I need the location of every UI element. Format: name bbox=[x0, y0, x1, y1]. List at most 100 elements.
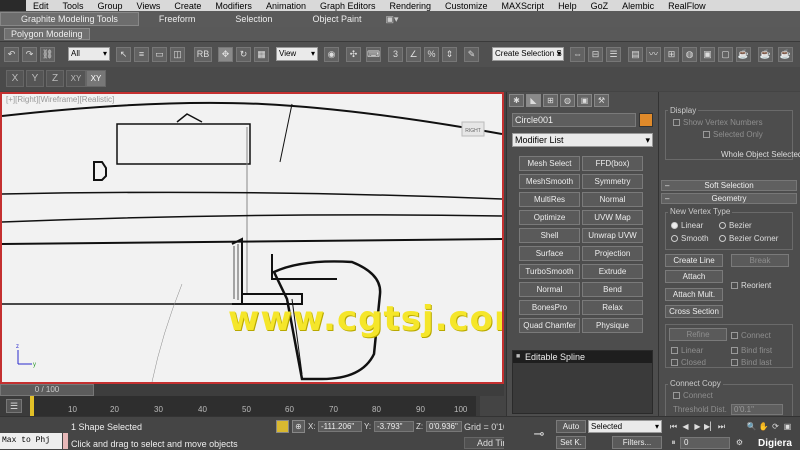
manipulate-icon[interactable]: ✣ bbox=[346, 47, 361, 62]
axis-xy-toggle-button[interactable]: XY bbox=[86, 70, 106, 87]
maximize-viewport-icon[interactable]: ▣ bbox=[782, 421, 793, 432]
refine-button[interactable]: Refine bbox=[669, 328, 727, 341]
redo-icon[interactable]: ↷ bbox=[22, 47, 37, 62]
closed-checkbox[interactable]: Closed bbox=[671, 358, 706, 367]
axis-xy-button[interactable]: XY bbox=[66, 70, 86, 87]
menu-edit[interactable]: Edit bbox=[26, 1, 56, 11]
attach-mult-button[interactable]: Attach Mult. bbox=[665, 288, 723, 301]
rotate-icon[interactable]: ↻ bbox=[236, 47, 251, 62]
move-icon[interactable]: ✥ bbox=[218, 47, 233, 62]
bind-last-checkbox[interactable]: Bind last bbox=[731, 358, 772, 367]
display-tab-icon[interactable]: ▣ bbox=[577, 94, 592, 107]
tab-polygon-modeling[interactable]: Polygon Modeling bbox=[4, 28, 90, 40]
window-crossing-icon[interactable]: ◫ bbox=[170, 47, 185, 62]
maxscript-output-field[interactable] bbox=[63, 433, 68, 449]
rect-selection-icon[interactable]: ▭ bbox=[152, 47, 167, 62]
bezier-radio[interactable]: Bezier bbox=[719, 221, 752, 230]
key-filter-selection-dropdown[interactable]: Selected bbox=[588, 420, 662, 433]
set-key-button[interactable]: Set K. bbox=[556, 436, 586, 449]
named-selection-dropdown[interactable]: Create Selection S bbox=[492, 47, 564, 61]
motion-tab-icon[interactable]: ◍ bbox=[560, 94, 575, 107]
menu-maxscript[interactable]: MAXScript bbox=[495, 1, 552, 11]
reorient-checkbox[interactable]: Reorient bbox=[731, 281, 771, 290]
z-coordinate-field[interactable]: 0'0.936" bbox=[426, 421, 462, 432]
go-to-start-icon[interactable]: ⏮ bbox=[668, 421, 679, 432]
connect-copy-checkbox[interactable]: Connect bbox=[673, 391, 713, 400]
key-icon[interactable]: ⊸ bbox=[526, 420, 552, 448]
modifier-uvw-map-button[interactable]: UVW Map bbox=[582, 210, 643, 225]
link-icon[interactable]: ⛓ bbox=[40, 47, 55, 62]
reference-coordinate-dropdown[interactable]: View bbox=[276, 47, 318, 61]
activeshade-icon[interactable]: ☕ bbox=[778, 47, 793, 62]
y-coordinate-field[interactable]: -3.793" bbox=[374, 421, 414, 432]
axis-y-button[interactable]: Y bbox=[26, 70, 44, 87]
angle-snap-icon[interactable]: ∠ bbox=[406, 47, 421, 62]
menu-rendering[interactable]: Rendering bbox=[383, 1, 439, 11]
modifier-surface-button[interactable]: Surface bbox=[519, 246, 580, 261]
menu-alembic[interactable]: Alembic bbox=[615, 1, 661, 11]
break-button[interactable]: Break bbox=[731, 254, 789, 267]
utilities-tab-icon[interactable]: ⚒ bbox=[594, 94, 609, 107]
percent-snap-icon[interactable]: % bbox=[424, 47, 439, 62]
render-iterative-icon[interactable]: ☕ bbox=[758, 47, 773, 62]
modifier-mesh-select-button[interactable]: Mesh Select bbox=[519, 156, 580, 171]
attach-button[interactable]: Attach bbox=[665, 270, 723, 283]
modifier-shell-button[interactable]: Shell bbox=[519, 228, 580, 243]
align-icon[interactable]: ⊟ bbox=[588, 47, 603, 62]
auto-key-button[interactable]: Auto bbox=[556, 420, 586, 433]
next-frame-icon[interactable]: ▶▏ bbox=[704, 421, 716, 432]
menu-tools[interactable]: Tools bbox=[56, 1, 91, 11]
linear-checkbox[interactable]: Linear bbox=[671, 346, 703, 355]
previous-frame-icon[interactable]: ◀ bbox=[680, 421, 691, 432]
zoom-icon[interactable]: 🔍 bbox=[746, 421, 757, 432]
modify-tab-icon[interactable]: ◣ bbox=[526, 94, 541, 107]
modifier-optimize-button[interactable]: Optimize bbox=[519, 210, 580, 225]
undo-icon[interactable]: ↶ bbox=[4, 47, 19, 62]
create-line-button[interactable]: Create Line bbox=[665, 254, 723, 267]
material-editor-icon[interactable]: ◍ bbox=[682, 47, 697, 62]
threshold-field[interactable]: 0'0.1" bbox=[731, 404, 783, 415]
tab-freeform[interactable]: Freeform bbox=[139, 14, 216, 24]
modifier-projection-button[interactable]: Projection bbox=[582, 246, 643, 261]
cross-section-button[interactable]: Cross Section bbox=[665, 305, 723, 318]
current-frame-field[interactable]: 0 bbox=[680, 437, 730, 449]
go-to-end-icon[interactable]: ⏭ bbox=[716, 421, 727, 432]
modifier-extrude-button[interactable]: Extrude bbox=[582, 264, 643, 279]
mirror-icon[interactable]: ⇔ bbox=[570, 47, 585, 62]
linear-radio[interactable]: Linear bbox=[671, 221, 703, 230]
axis-x-button[interactable]: X bbox=[6, 70, 24, 87]
edit-named-selection-icon[interactable]: ✎ bbox=[464, 47, 479, 62]
selection-filter-dropdown[interactable]: All bbox=[68, 47, 110, 61]
menu-views[interactable]: Views bbox=[130, 1, 168, 11]
graphite-toggle-icon[interactable]: ▤ bbox=[628, 47, 643, 62]
modifier-meshsmooth-button[interactable]: MeshSmooth bbox=[519, 174, 580, 189]
menu-graph-editors[interactable]: Graph Editors bbox=[313, 1, 383, 11]
key-filters-button[interactable]: Filters... bbox=[612, 436, 662, 449]
viewport-right[interactable]: [+][Right][Wireframe][Realistic] RIGHT z… bbox=[0, 92, 504, 384]
ribbon-options-icon[interactable]: ▣▾ bbox=[381, 14, 402, 25]
snap-3d-icon[interactable]: 3 bbox=[388, 47, 403, 62]
create-tab-icon[interactable]: ✱ bbox=[509, 94, 524, 107]
menu-customize[interactable]: Customize bbox=[438, 1, 495, 11]
hierarchy-tab-icon[interactable]: ⊞ bbox=[543, 94, 558, 107]
menu-realflow[interactable]: RealFlow bbox=[661, 1, 713, 11]
curve-editor-icon[interactable]: 〰 bbox=[646, 47, 661, 62]
menu-modifiers[interactable]: Modifiers bbox=[208, 1, 259, 11]
schematic-view-icon[interactable]: ⊞ bbox=[664, 47, 679, 62]
select-object-icon[interactable]: ↖ bbox=[116, 47, 131, 62]
modifier-bend-button[interactable]: Bend bbox=[582, 282, 643, 297]
trackbar[interactable]: ☰ 10 20 30 40 50 60 70 80 90 100 bbox=[0, 396, 480, 416]
rendered-frame-icon[interactable]: ▢ bbox=[718, 47, 733, 62]
modifier-symmetry-button[interactable]: Symmetry bbox=[582, 174, 643, 189]
trackbar-ticks[interactable]: 10 20 30 40 50 60 70 80 90 100 bbox=[30, 396, 476, 416]
play-icon[interactable]: ▶ bbox=[692, 421, 703, 432]
time-cursor[interactable] bbox=[30, 396, 34, 416]
time-slider-track[interactable]: 0 / 100 bbox=[0, 384, 504, 396]
maxscript-listener-field[interactable]: Max to Phj bbox=[0, 433, 62, 449]
geometry-rollout[interactable]: Geometry bbox=[661, 193, 797, 204]
select-by-name-icon[interactable]: ≡ bbox=[134, 47, 149, 62]
time-config-icon[interactable]: ⚙ bbox=[734, 437, 745, 448]
modifier-ffd-box-button[interactable]: FFD(box) bbox=[582, 156, 643, 171]
layer-manager-icon[interactable]: ☰ bbox=[606, 47, 621, 62]
trackbar-menu-icon[interactable]: ☰ bbox=[6, 399, 22, 413]
